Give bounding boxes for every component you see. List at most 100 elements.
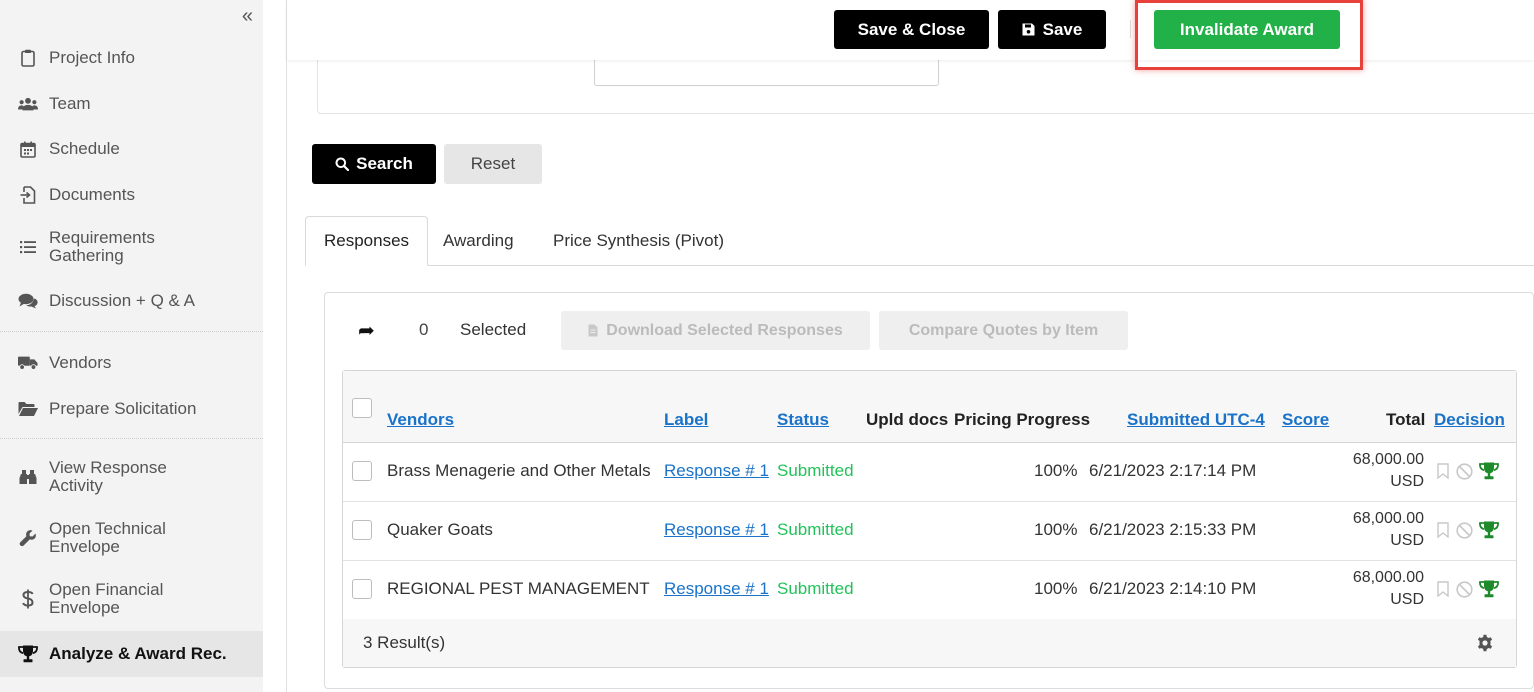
- sidebar-item-documents[interactable]: Documents: [0, 183, 263, 207]
- sidebar-item-team[interactable]: Team: [0, 92, 263, 116]
- sidebar-item-open-financial-envelope[interactable]: Open Financial Envelope: [0, 581, 263, 617]
- folder-open-icon: [18, 399, 38, 419]
- sidebar-item-label: Team: [49, 94, 91, 113]
- trophy-icon: [18, 644, 38, 664]
- sidebar-item-discussion[interactable]: Discussion + Q & A: [0, 289, 263, 313]
- header-upld-docs: Upld docs: [866, 410, 949, 429]
- gear-icon[interactable]: [1476, 634, 1494, 657]
- sidebar-item-label: Requirements Gathering: [49, 228, 155, 265]
- sidebar-item-label: Vendors: [49, 353, 112, 372]
- list-icon: [18, 237, 38, 257]
- tab-label: Price Synthesis (Pivot): [553, 231, 724, 250]
- sidebar-divider: [0, 438, 263, 439]
- wrench-icon: [18, 528, 38, 548]
- filter-input[interactable]: [594, 60, 939, 86]
- header-submitted[interactable]: Submitted UTC-4: [1127, 410, 1265, 430]
- sidebar-item-label: Documents: [49, 185, 135, 204]
- binoculars-icon: [18, 467, 38, 487]
- row-checkbox[interactable]: [352, 520, 372, 540]
- response-label-link[interactable]: Response # 1: [664, 579, 769, 599]
- submitted-date: 6/21/2023 2:14:10 PM: [1089, 579, 1257, 598]
- tab-awarding[interactable]: Awarding: [443, 216, 514, 266]
- users-icon: [18, 94, 38, 114]
- header-status[interactable]: Status: [777, 410, 829, 430]
- pricing-progress: 100%: [1034, 520, 1078, 539]
- table-footer: [343, 619, 1516, 667]
- status-text: Submitted: [777, 579, 854, 598]
- pricing-progress: 100%: [1034, 461, 1078, 480]
- vendor-name: Brass Menagerie and Other Metals: [387, 461, 651, 480]
- total-amount: 68,000.00: [1352, 451, 1424, 468]
- submitted-date: 6/21/2023 2:17:14 PM: [1089, 461, 1257, 480]
- award-trophy-icon[interactable]: [1478, 579, 1500, 599]
- ban-icon[interactable]: [1455, 521, 1473, 539]
- calendar-icon: [18, 139, 38, 159]
- tab-responses[interactable]: Responses: [305, 216, 429, 266]
- bookmark-icon[interactable]: [1436, 521, 1450, 539]
- ban-icon[interactable]: [1455, 580, 1473, 598]
- bookmark-icon[interactable]: [1436, 580, 1450, 598]
- ban-icon[interactable]: [1455, 462, 1473, 480]
- collapse-sidebar-icon[interactable]: «: [242, 6, 253, 26]
- save-button[interactable]: Save: [998, 10, 1106, 49]
- selected-count: 0: [419, 320, 429, 339]
- header-score[interactable]: Score: [1282, 410, 1329, 430]
- select-all-checkbox[interactable]: [352, 398, 372, 418]
- reset-button[interactable]: Reset: [444, 144, 542, 184]
- search-button[interactable]: Search: [312, 144, 436, 184]
- total-currency: USD: [1390, 473, 1424, 490]
- search-label: Search: [356, 154, 413, 173]
- compare-quotes-label: Compare Quotes by Item: [908, 321, 1099, 339]
- sidebar-item-prepare-solicitation[interactable]: Prepare Solicitation: [0, 397, 263, 421]
- toolbar-separator: [1130, 20, 1131, 38]
- sidebar-item-requirements-gathering[interactable]: Requirements Gathering: [0, 229, 263, 265]
- share-arrow-icon[interactable]: ➦: [358, 318, 375, 343]
- total-amount: 68,000.00: [1352, 569, 1424, 586]
- save-close-button[interactable]: Save & Close: [834, 10, 989, 49]
- tab-label: Awarding: [443, 231, 514, 250]
- row-checkbox[interactable]: [352, 461, 372, 481]
- row-checkbox[interactable]: [352, 579, 372, 599]
- award-trophy-icon[interactable]: [1478, 520, 1500, 540]
- bookmark-icon[interactable]: [1436, 462, 1450, 480]
- sidebar-item-analyze-award[interactable]: Analyze & Award Rec.: [0, 631, 263, 677]
- pricing-progress: 100%: [1034, 579, 1078, 598]
- sidebar-item-project-info[interactable]: Project Info: [0, 46, 263, 70]
- response-label-link[interactable]: Response # 1: [664, 520, 769, 540]
- header-vendors[interactable]: Vendors: [387, 410, 454, 430]
- sidebar-item-label: Open Financial Envelope: [49, 580, 164, 617]
- status-text: Submitted: [777, 520, 854, 539]
- selected-label: Selected: [460, 320, 527, 339]
- sidebar-item-vendors[interactable]: Vendors: [0, 351, 263, 375]
- tab-label: Responses: [324, 231, 410, 250]
- sidebar: « Project Info Team Schedule Documents R…: [0, 0, 263, 692]
- comments-icon: [18, 291, 38, 311]
- sidebar-item-label: Open Technical Envelope: [49, 519, 166, 556]
- sidebar-item-schedule[interactable]: Schedule: [0, 137, 263, 161]
- total-currency: USD: [1390, 532, 1424, 549]
- tab-price-synthesis[interactable]: Price Synthesis (Pivot): [553, 216, 724, 266]
- reset-label: Reset: [470, 154, 516, 173]
- sidebar-item-label: Schedule: [49, 139, 120, 158]
- save-close-label: Save & Close: [857, 19, 966, 39]
- sidebar-item-label: Prepare Solicitation: [49, 399, 197, 418]
- sidebar-item-open-technical-envelope[interactable]: Open Technical Envelope: [0, 520, 263, 556]
- download-selected-button[interactable]: Download Selected Responses: [561, 311, 870, 350]
- content-gutter: [263, 0, 287, 692]
- header-total: Total: [1386, 410, 1426, 429]
- search-icon: [335, 157, 350, 171]
- sidebar-item-view-response-activity[interactable]: View Response Activity: [0, 459, 263, 495]
- file-import-icon: [18, 185, 38, 205]
- compare-quotes-button[interactable]: Compare Quotes by Item: [879, 311, 1128, 350]
- sidebar-item-label: Analyze & Award Rec.: [49, 644, 227, 663]
- header-decision[interactable]: Decision: [1434, 410, 1505, 430]
- header-label[interactable]: Label: [664, 410, 708, 430]
- response-label-link[interactable]: Response # 1: [664, 461, 769, 481]
- award-trophy-icon[interactable]: [1478, 461, 1500, 481]
- file-icon: [588, 324, 598, 337]
- header-pricing-progress: Pricing Progress: [954, 410, 1091, 429]
- vendor-name: REGIONAL PEST MANAGEMENT: [387, 579, 650, 598]
- highlight-annotation: [1135, 0, 1363, 70]
- truck-icon: [18, 353, 38, 373]
- sidebar-item-label: View Response Activity: [49, 458, 167, 495]
